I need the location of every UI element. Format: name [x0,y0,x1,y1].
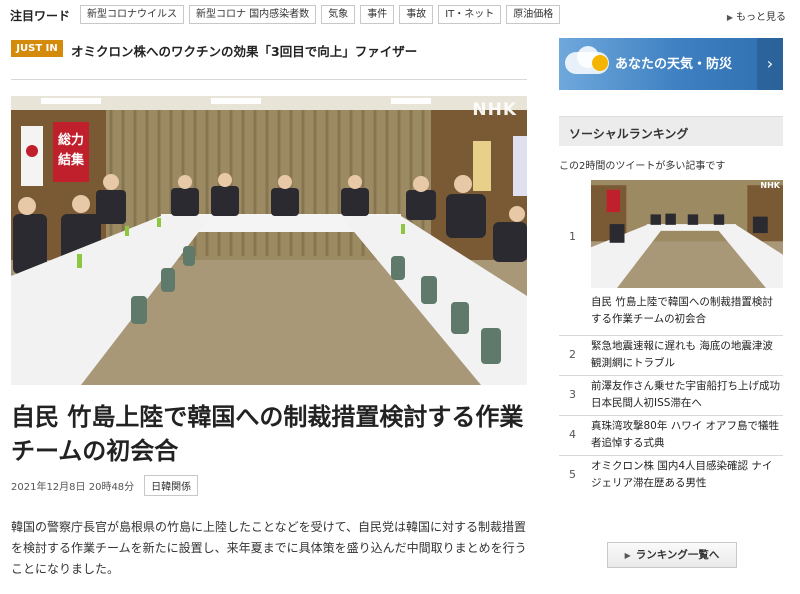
social-ranking-subtitle: この2時間のツイートが多い記事です [559,161,726,172]
article-date: 2021年12月8日 20時48分 [11,481,135,493]
trending-tag[interactable]: 新型コロナ 国内感染者数 [189,5,317,24]
chevron-right-icon: › [757,38,783,90]
triangle-right-icon: ▶ [726,13,733,22]
ranking-list-button-label: ランキング一覧へ [635,549,720,561]
article-meta: 2021年12月8日 20時48分 日韓関係 [11,474,199,496]
category-tag[interactable]: 日韓関係 [144,474,199,496]
rank-number: 1 [569,230,576,243]
just-in-headline[interactable]: オミクロン株へのワクチンの効果「3回目で向上」ファイザー [71,41,417,60]
nhk-logo: NHK [472,100,517,120]
social-ranking-header: ソーシャルランキング [559,116,783,146]
ranking-thumbnail: NHK [591,180,783,288]
ranking-item[interactable]: 5 オミクロン株 国内4人目感染確認 ナイジェリア滞在歴ある男性 [559,456,783,496]
trending-tag[interactable]: IT・ネット [438,5,502,24]
article-headline: 自民 竹島上陸で韓国への制裁措置検討する作業チームの初会合 [11,403,524,465]
trending-tag[interactable]: 気象 [321,5,356,24]
article-body: 韓国の警察庁長官が島根県の竹島に上陸したことなどを受けて、自民党は韓国に対する制… [11,520,527,576]
ranking-item-title: オミクロン株 国内4人目感染確認 ナイジェリア滞在歴ある男性 [591,460,773,489]
ranking-item[interactable]: 1 NHK 自民 竹島上陸で韓国への制裁措置検討する作業チームの初会合 [559,176,783,336]
social-ranking-title: ソーシャルランキング [569,127,689,141]
rank-number: 3 [569,388,576,401]
just-in-badge: JUST IN [11,40,63,57]
sun-cloud-icon [592,55,608,71]
weather-banner[interactable]: あなたの天気・防災 › [559,38,783,90]
article-photo: 総力 結集 NHK [11,96,527,385]
nhk-logo: NHK [760,181,780,190]
trending-label: 注目ワード [10,9,71,23]
ranking-list: 1 NHK 自民 竹島上陸で韓国への制裁措置検討する作業チームの初会合 2 緊急… [559,176,783,496]
ranking-list-button[interactable]: ▶ ランキング一覧へ [607,542,737,568]
ranking-item-title: 前澤友作さん乗せた宇宙船打ち上げ成功 日本民間人初ISS滞在へ [591,380,780,409]
trending-tag[interactable]: 事故 [399,5,434,24]
banner-text: 結集 [58,152,85,168]
rank-number: 4 [569,428,576,441]
more-link-label: もっと見る [736,12,786,23]
trending-tag[interactable]: 原油価格 [506,5,561,24]
trending-tags: 新型コロナウイルス 新型コロナ 国内感染者数 気象 事件 事故 IT・ネット 原… [80,5,561,24]
triangle-right-icon: ▶ [624,551,631,560]
ranking-item-title: 自民 竹島上陸で韓国への制裁措置検討する作業チームの初会合 [591,296,773,325]
meeting-room-thumbnail [591,180,783,288]
ranking-item[interactable]: 4 真珠湾攻撃80年 ハワイ オアフ島で犠牲者追悼する式典 [559,416,783,456]
trending-bar: 注目ワード 新型コロナウイルス 新型コロナ 国内感染者数 気象 事件 事故 IT… [0,0,800,30]
ranking-item[interactable]: 2 緊急地震速報に遅れも 海底の地震津波観測網にトラブル [559,336,783,376]
rank-number: 5 [569,468,576,481]
weather-banner-label: あなたの天気・防災 [615,57,733,72]
ranking-item[interactable]: 3 前澤友作さん乗せた宇宙船打ち上げ成功 日本民間人初ISS滞在へ [559,376,783,416]
meeting-room-image: 総力 結集 [11,96,527,385]
rank-number: 2 [569,348,576,361]
just-in-bar[interactable]: JUST IN オミクロン株へのワクチンの効果「3回目で向上」ファイザー [11,40,527,60]
ranking-item-title: 緊急地震速報に遅れも 海底の地震津波観測網にトラブル [591,340,773,369]
trending-tag[interactable]: 新型コロナウイルス [80,5,184,24]
banner-text: 総力 [58,132,84,148]
divider [11,79,527,80]
more-link[interactable]: ▶ もっと見る [727,8,786,23]
ranking-item-title: 真珠湾攻撃80年 ハワイ オアフ島で犠牲者追悼する式典 [591,420,780,449]
trending-tag[interactable]: 事件 [360,5,395,24]
